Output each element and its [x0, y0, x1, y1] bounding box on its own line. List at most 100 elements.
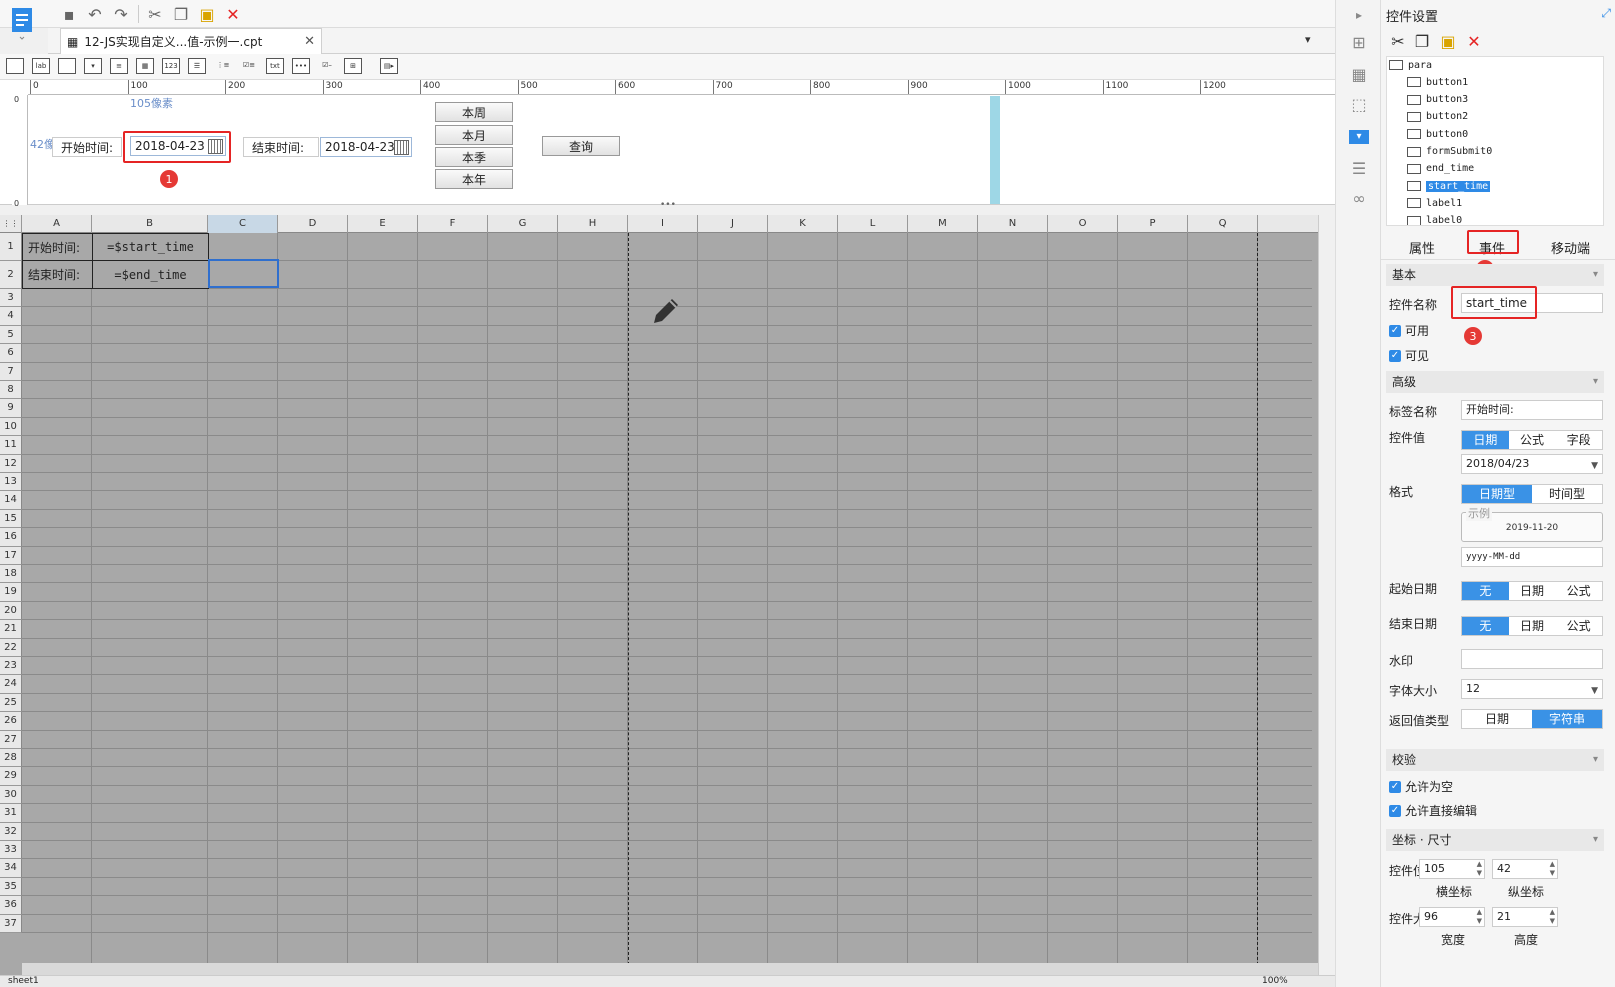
visible-checkbox[interactable]: ✓ 可见	[1389, 347, 1429, 364]
delete-icon[interactable]: ✕	[222, 3, 244, 25]
column-header-j[interactable]: J	[698, 215, 768, 233]
undo-icon[interactable]: ↶	[84, 3, 106, 25]
start-time-label[interactable]: 开始时间:	[52, 137, 122, 157]
format-type-date[interactable]: 日期型	[1462, 485, 1532, 503]
cell-b2[interactable]: =$end_time	[92, 260, 209, 289]
sheet-tab[interactable]: sheet1	[8, 976, 39, 986]
row-header-4[interactable]: 4	[0, 307, 22, 326]
row-header-21[interactable]: 21	[0, 620, 22, 639]
chevron-down-icon[interactable]: ▼	[1591, 457, 1598, 475]
row-header-7[interactable]: 7	[0, 362, 22, 381]
row-header-33[interactable]: 33	[0, 841, 22, 860]
start-date-date[interactable]: 日期	[1509, 582, 1556, 600]
row-header-22[interactable]: 22	[0, 638, 22, 657]
row-header-18[interactable]: 18	[0, 565, 22, 584]
cell-b1[interactable]: =$start_time	[92, 233, 209, 261]
row-header-3[interactable]: 3	[0, 289, 22, 308]
enabled-checkbox[interactable]: ✓ 可用	[1389, 322, 1429, 339]
row-header-25[interactable]: 25	[0, 693, 22, 713]
end-time-label[interactable]: 结束时间:	[243, 137, 319, 157]
tab-mobile[interactable]: 移动端	[1551, 238, 1590, 257]
radio-group-icon[interactable]: ⋮≡	[214, 58, 232, 74]
select-all-corner[interactable]: ⋮⋮	[0, 215, 22, 233]
row-header-2[interactable]: 2	[0, 261, 22, 289]
return-type-string[interactable]: 字符串	[1532, 710, 1602, 728]
row-header-34[interactable]: 34	[0, 859, 22, 878]
spinner-icon[interactable]: ▲ ▼	[1550, 860, 1555, 878]
allow-empty-checkbox[interactable]: ✓ 允许为空	[1389, 778, 1453, 795]
format-type-toggle[interactable]: 日期型 时间型	[1461, 484, 1603, 504]
tab-menu-icon[interactable]: ▾	[1305, 33, 1321, 47]
label-widget-icon[interactable]: lab	[32, 58, 50, 74]
row-header-29[interactable]: 29	[0, 767, 22, 786]
cut-icon[interactable]: ✂	[1387, 32, 1409, 54]
list-widget-icon[interactable]: ☰	[188, 58, 206, 74]
tab-attributes[interactable]: 属性	[1409, 238, 1435, 257]
tree-item-button3[interactable]: button3	[1407, 92, 1468, 108]
checkbox-widget-icon[interactable]: ☑–	[318, 58, 336, 74]
row-header-32[interactable]: 32	[0, 822, 22, 841]
column-header-q[interactable]: Q	[1188, 215, 1258, 233]
column-header-c[interactable]: C	[208, 215, 278, 233]
chevron-down-icon[interactable]: ▼	[1591, 682, 1598, 700]
row-header-10[interactable]: 10	[0, 417, 22, 437]
row-header-35[interactable]: 35	[0, 877, 22, 897]
pin-icon[interactable]: ⤢	[1601, 6, 1611, 21]
column-header-d[interactable]: D	[278, 215, 348, 233]
column-header-a[interactable]: A	[22, 215, 92, 233]
cell-a1[interactable]: 开始时间:	[22, 233, 93, 261]
tree-item-label1[interactable]: label1	[1407, 195, 1462, 211]
copy-icon[interactable]: ❐	[170, 3, 192, 25]
size-height-input[interactable]: 21 ▲ ▼	[1492, 907, 1558, 927]
cell-a2[interactable]: 结束时间:	[22, 260, 93, 289]
widget-value-type-toggle[interactable]: 日期 公式 字段	[1461, 430, 1603, 450]
column-header-f[interactable]: F	[418, 215, 488, 233]
column-header-l[interactable]: L	[838, 215, 908, 233]
tree-item-end_time[interactable]: end_time	[1407, 161, 1474, 177]
format-pattern-input[interactable]: yyyy-MM-dd	[1461, 547, 1603, 567]
row-header-19[interactable]: 19	[0, 583, 22, 602]
condition-attribute-icon[interactable]: ☰	[1348, 158, 1370, 180]
format-type-time[interactable]: 时间型	[1532, 485, 1602, 503]
column-header-i[interactable]: I	[628, 215, 698, 233]
position-x-input[interactable]: 105 ▲ ▼	[1419, 859, 1485, 879]
splitter-handle[interactable]: •••	[660, 200, 676, 210]
row-header-27[interactable]: 27	[0, 730, 22, 749]
column-header-g[interactable]: G	[488, 215, 558, 233]
end-date-toggle[interactable]: 无 日期 公式	[1461, 616, 1603, 636]
return-type-toggle[interactable]: 日期 字符串	[1461, 709, 1603, 729]
vertical-scrollbar[interactable]	[1318, 215, 1335, 975]
tag-name-input[interactable]: 开始时间:	[1461, 400, 1603, 420]
template-layout-icon[interactable]: ⊞	[1348, 32, 1370, 54]
checkbox-group-icon[interactable]: ☑≡	[240, 58, 258, 74]
file-tab[interactable]: ▦ 12-JS实现自定义...值-示例一.cpt ✕	[60, 28, 322, 54]
close-icon[interactable]: ✕	[304, 34, 315, 49]
spinner-icon[interactable]: ▲ ▼	[1477, 860, 1482, 878]
end-time-date-field[interactable]: 2018-04-23	[320, 137, 412, 157]
column-header-k[interactable]: K	[768, 215, 838, 233]
text-box-widget-icon[interactable]	[6, 58, 24, 74]
value-type-date[interactable]: 日期	[1462, 431, 1509, 449]
row-header-20[interactable]: 20	[0, 601, 22, 621]
column-header-e[interactable]: E	[348, 215, 418, 233]
dropdown-widget-icon[interactable]: ▾	[84, 58, 102, 74]
row-header-28[interactable]: 28	[0, 749, 22, 768]
value-type-field[interactable]: 字段	[1555, 431, 1602, 449]
column-header-n[interactable]: N	[978, 215, 1048, 233]
row-header-14[interactable]: 14	[0, 491, 22, 510]
row-header-26[interactable]: 26	[0, 712, 22, 731]
font-size-select[interactable]: 12 ▼	[1461, 679, 1603, 699]
frame-icon[interactable]: ⬚	[1348, 94, 1370, 116]
section-basic[interactable]: 基本 ▾	[1386, 264, 1604, 286]
app-menu-icon[interactable]	[8, 4, 38, 42]
row-header-1[interactable]: 1	[0, 233, 22, 261]
date-widget-icon[interactable]: ▦	[136, 58, 154, 74]
row-header-5[interactable]: 5	[0, 325, 22, 345]
textarea-widget-icon[interactable]: txt	[266, 58, 284, 74]
widget-settings-icon[interactable]: ▾	[1349, 130, 1369, 144]
query-button[interactable]: 查询	[542, 136, 620, 156]
end-date-none[interactable]: 无	[1462, 617, 1509, 635]
section-verify[interactable]: 校验 ▾	[1386, 749, 1604, 771]
row-header-15[interactable]: 15	[0, 509, 22, 529]
column-header-o[interactable]: O	[1048, 215, 1118, 233]
